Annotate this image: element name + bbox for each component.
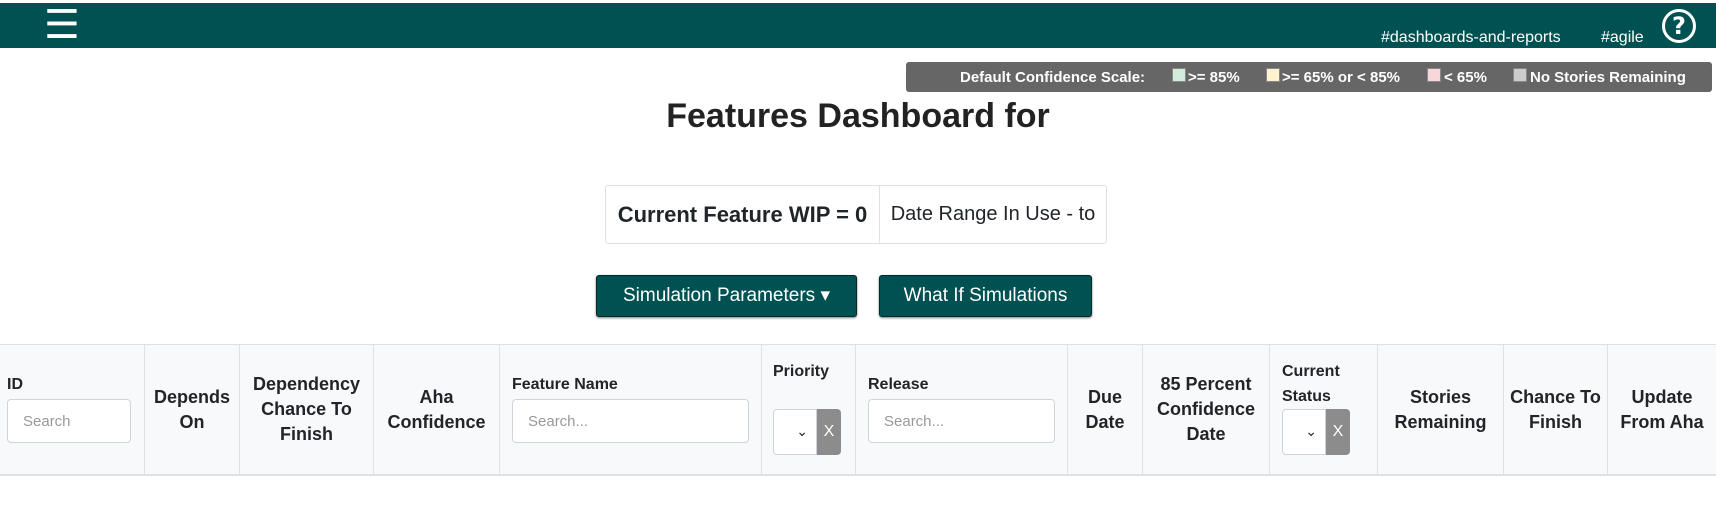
column-label-depends-on[interactable]: Depends On (145, 345, 239, 474)
date-range: Date Range In Use - to (890, 203, 1096, 225)
legend-swatch-high (1172, 68, 1186, 82)
column-update-from-aha: Update From Aha (1608, 345, 1716, 474)
tag-agile[interactable]: #agile (1601, 29, 1644, 47)
column-chance-to-finish: Chance To Finish (1504, 345, 1608, 474)
help-icon[interactable]: ? (1662, 9, 1696, 43)
page-title: Features Dashboard for (666, 97, 1050, 135)
column-aha-confidence: Aha Confidence (374, 345, 500, 474)
legend-item-none: No Stories Remaining (1530, 69, 1686, 86)
id-search-input[interactable] (7, 399, 131, 443)
simulation-parameters-button[interactable]: Simulation Parameters ▾ (596, 275, 857, 317)
column-confidence-date: 85 Percent Confidence Date (1143, 345, 1270, 474)
column-due-date: Due Date (1068, 345, 1143, 474)
legend-item-high: >= 85% (1188, 69, 1240, 86)
confidence-legend: Default Confidence Scale: >= 85% >= 65% … (906, 62, 1712, 92)
current-wip: Current Feature WIP = 0 (606, 186, 880, 243)
legend-item-medium: >= 65% or < 85% (1282, 69, 1400, 86)
features-table-header: ID Depends On Dependency Chance To Finis… (0, 344, 1716, 476)
column-stories-remaining: Stories Remaining (1378, 345, 1504, 474)
column-label-due-date[interactable]: Due Date (1068, 345, 1142, 474)
legend-label: Default Confidence Scale: (960, 69, 1146, 86)
what-if-simulations-button[interactable]: What If Simulations (879, 275, 1092, 317)
release-search-input[interactable] (868, 399, 1055, 443)
priority-select[interactable]: ⌄ (773, 409, 817, 455)
column-id: ID (0, 345, 145, 474)
column-current-status: Current Status ⌄ X (1270, 345, 1378, 474)
column-label-release: Release (868, 376, 929, 393)
legend-swatch-low (1427, 68, 1441, 82)
column-label-update-from-aha[interactable]: Update From Aha (1608, 345, 1716, 474)
column-depends-on: Depends On (145, 345, 240, 474)
column-dependency-chance: Dependency Chance To Finish (240, 345, 374, 474)
column-label-priority: Priority (773, 363, 830, 380)
column-label-dependency-chance[interactable]: Dependency Chance To Finish (240, 345, 373, 474)
column-label-aha-confidence[interactable]: Aha Confidence (374, 345, 499, 474)
current-status-clear-button[interactable]: X (1326, 409, 1350, 455)
legend-swatch-medium (1266, 68, 1280, 82)
column-feature-name: Feature Name (500, 345, 762, 474)
column-label-chance-to-finish[interactable]: Chance To Finish (1504, 345, 1607, 474)
column-label-stories-remaining[interactable]: Stories Remaining (1378, 345, 1503, 474)
column-label-current-status: Current Status (1282, 363, 1340, 405)
column-label-feature-name: Feature Name (512, 376, 618, 393)
column-label-id: ID (7, 376, 23, 393)
column-priority: Priority ⌄ X (762, 345, 856, 474)
column-release: Release (856, 345, 1068, 474)
tag-dashboards-and-reports[interactable]: #dashboards-and-reports (1381, 29, 1561, 47)
column-label-confidence-date[interactable]: 85 Percent Confidence Date (1143, 345, 1269, 474)
legend-swatch-none (1513, 68, 1527, 82)
feature-name-search-input[interactable] (512, 399, 749, 443)
current-status-select[interactable]: ⌄ (1282, 409, 1326, 455)
legend-item-low: < 65% (1444, 69, 1487, 86)
top-navbar: ☰ #dashboards-and-reports #agile ? (0, 3, 1716, 48)
wip-summary: Current Feature WIP = 0 Date Range In Us… (605, 185, 1107, 244)
hamburger-icon[interactable]: ☰ (44, 3, 80, 48)
priority-clear-button[interactable]: X (817, 409, 841, 455)
